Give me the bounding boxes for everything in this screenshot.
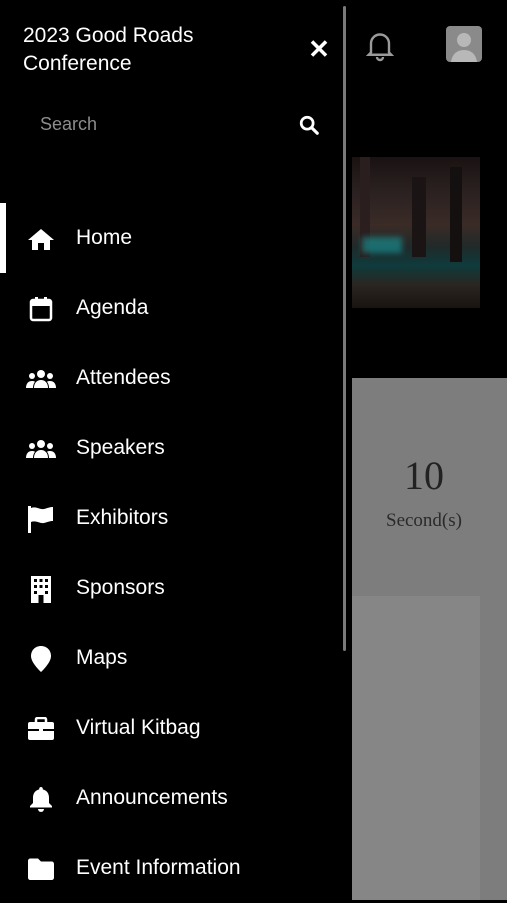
nav-item-announcements[interactable]: Announcements [0, 763, 343, 833]
user-icon [451, 33, 477, 62]
drawer-nav: Home Agenda Attendees Speakers Exhibitor [0, 203, 343, 903]
bell-icon [26, 784, 56, 814]
drawer-scrollbar[interactable] [343, 6, 346, 651]
content-card [352, 596, 480, 900]
nav-item-label: Speakers [76, 436, 165, 459]
calendar-icon [26, 294, 56, 324]
nav-item-maps[interactable]: Maps [0, 623, 343, 693]
event-title: 2023 Good Roads Conference [23, 24, 194, 75]
nav-item-speakers[interactable]: Speakers [0, 413, 343, 483]
search-bar [30, 104, 330, 144]
nav-item-label: Sponsors [76, 576, 165, 599]
nav-item-label: Announcements [76, 786, 228, 809]
nav-item-exhibitors[interactable]: Exhibitors [0, 483, 343, 553]
banner-image [352, 157, 480, 308]
nav-item-virtual-kitbag[interactable]: Virtual Kitbag [0, 693, 343, 763]
nav-item-label: Event Information [76, 856, 241, 879]
nav-item-label: Maps [76, 646, 128, 669]
nav-item-label: Exhibitors [76, 506, 169, 529]
user-avatar[interactable] [446, 26, 482, 62]
folder-icon [26, 854, 56, 884]
active-indicator [0, 203, 6, 273]
nav-item-agenda[interactable]: Agenda [0, 273, 343, 343]
nav-item-label: Virtual Kitbag [76, 716, 201, 739]
briefcase-icon [26, 714, 56, 744]
nav-item-label: Attendees [76, 366, 171, 389]
users-icon [26, 364, 56, 394]
search-input[interactable] [30, 104, 280, 144]
nav-item-home[interactable]: Home [0, 203, 343, 273]
close-drawer-button[interactable]: ✕ [306, 36, 332, 62]
flag-icon [26, 504, 56, 534]
nav-item-sponsors[interactable]: Sponsors [0, 553, 343, 623]
users-icon [26, 434, 56, 464]
countdown-value: 10 [404, 453, 444, 498]
building-icon [26, 574, 56, 604]
notification-bell-icon[interactable] [362, 27, 398, 63]
countdown-unit: Second(s) [386, 510, 462, 531]
nav-item-label: Agenda [76, 296, 149, 319]
close-icon: ✕ [308, 34, 330, 64]
map-pin-icon [26, 644, 56, 674]
home-icon [26, 224, 56, 254]
nav-item-label: Home [76, 226, 133, 249]
search-icon[interactable] [298, 114, 320, 136]
navigation-drawer: 2023 Good Roads Conference ✕ Home Agenda [0, 0, 343, 900]
nav-item-event-information[interactable]: Event Information [0, 833, 343, 903]
nav-item-attendees[interactable]: Attendees [0, 343, 343, 413]
